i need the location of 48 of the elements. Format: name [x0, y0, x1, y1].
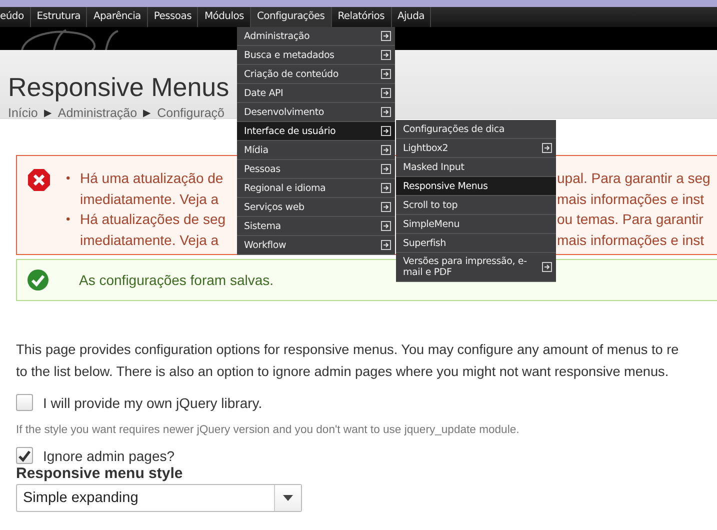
menu-item[interactable]: Date API	[237, 84, 395, 103]
menu-item[interactable]: Superfish	[396, 234, 556, 253]
menu-item[interactable]: Pessoas	[237, 160, 395, 179]
menu-item[interactable]: Busca e metadados	[237, 46, 395, 65]
error-text: mais informações e inst	[557, 190, 704, 209]
error-text: upal. Para garantir a seg	[557, 169, 710, 188]
description-text: to the list below. There is also an option to ignore admin pages where you might not want responsive menus.	[16, 363, 670, 381]
menu-item[interactable]: Serviços web	[237, 198, 395, 217]
caret-icon	[283, 495, 293, 501]
menu-item[interactable]: Scroll to top	[396, 196, 556, 215]
menu-item[interactable]: Lightbox2	[396, 139, 556, 158]
error-text: mais informações e inst	[557, 230, 704, 250]
bullet-marker: •	[66, 211, 72, 228]
error-text: Há atualizações de seg	[80, 210, 226, 229]
breadcrumb-separator: ▶	[44, 107, 52, 119]
checkbox[interactable]	[16, 447, 33, 464]
menu-item[interactable]: Interface de usuário	[237, 122, 395, 141]
menu-item[interactable]: Responsive Menus	[396, 177, 556, 196]
menu-item[interactable]: Configurações de dica	[396, 120, 556, 139]
style-select[interactable]: Simple expanding	[16, 484, 302, 512]
bullet-marker: •	[66, 170, 72, 187]
menu-item[interactable]: Criação de conteúdo	[237, 65, 395, 84]
menu-item[interactable]: SimpleMenu	[396, 215, 556, 234]
nav-link[interactable]: Configurações	[250, 7, 332, 27]
description-text: This page provides configuration options for responsive menus. You may configure any amount of menus to re	[16, 341, 680, 359]
checkbox-label: I will provide my own jQuery library.	[43, 394, 262, 410]
field-label: Responsive menu style	[16, 465, 184, 482]
error-icon	[27, 168, 51, 192]
checkbox[interactable]	[16, 394, 33, 411]
error-text: imediatamente. Veja a	[80, 230, 219, 250]
error-text: ou temas. Para garantir	[557, 210, 704, 229]
menu-item[interactable]: Regional e idioma	[237, 179, 395, 198]
breadcrumb-link[interactable]: Administração	[58, 106, 138, 120]
breadcrumb-link[interactable]: Início	[8, 106, 38, 120]
help-text: If the style you want requires newer jQuery version and you don't want to use jquery_update module.	[16, 424, 520, 436]
error-text: Há uma atualização de	[80, 169, 224, 188]
menu-item[interactable]: Sistema	[237, 217, 395, 236]
breadcrumb-link[interactable]: Configuraçõ	[157, 106, 224, 120]
error-text: imediatamente. Veja a	[80, 190, 219, 209]
menu-item[interactable]: Mídia	[237, 141, 395, 160]
breadcrumb-separator: ▶	[143, 107, 152, 119]
menu-item[interactable]: Versões para impressão, e-mail e PDF	[396, 253, 556, 282]
check-circle-icon	[27, 269, 49, 291]
page-title: Responsive Menus	[8, 71, 230, 102]
checkbox-label: Ignore admin pages?	[43, 448, 175, 464]
menu-item[interactable]: Workflow	[237, 236, 395, 255]
status-text: As configurações foram salvas.	[79, 272, 274, 288]
menu-item[interactable]: Administração	[237, 27, 395, 46]
